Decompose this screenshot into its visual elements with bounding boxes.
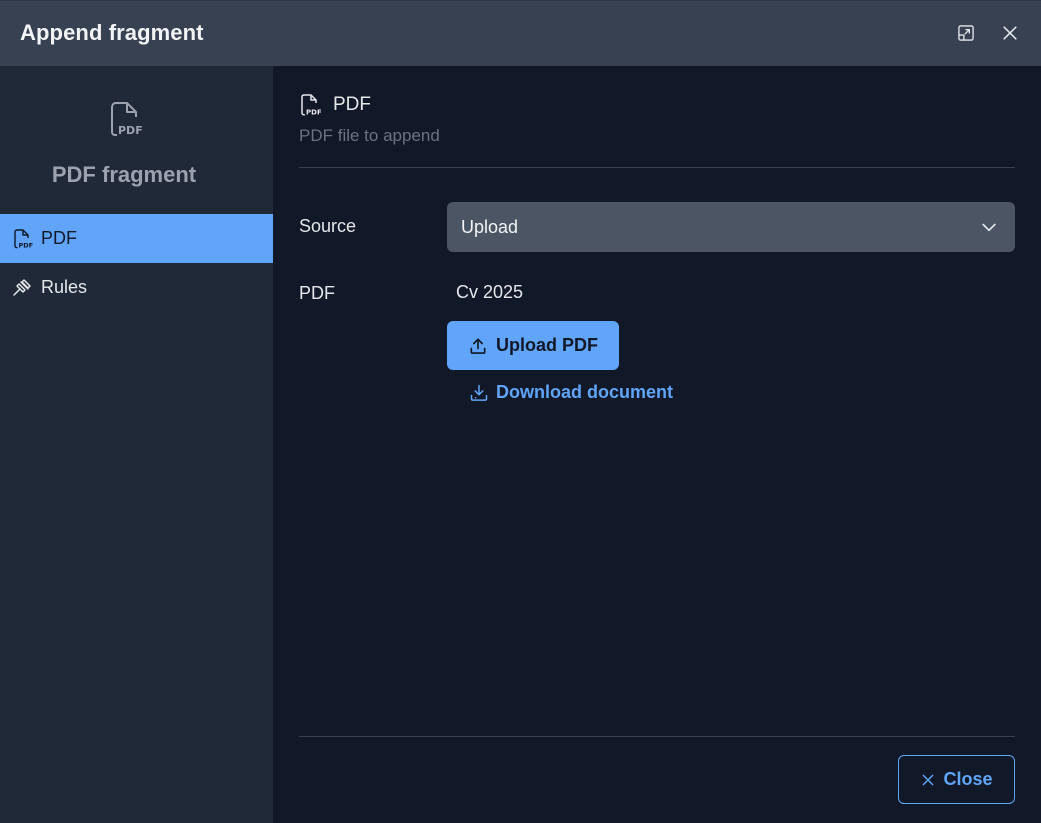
close-button[interactable]: Close — [898, 755, 1015, 804]
sidebar-title: PDF fragment — [51, 162, 197, 187]
close-icon — [1003, 26, 1017, 40]
append-fragment-dialog: Append fragment PDF PDF fragment PDF PDF… — [0, 0, 1041, 823]
svg-text:PDF: PDF — [306, 109, 321, 117]
sidebar-item-pdf[interactable]: PDF PDF — [0, 214, 273, 263]
pdf-label: PDF — [299, 283, 335, 303]
sidebar-item-rules[interactable]: Rules — [0, 263, 273, 312]
chevron-down-icon — [982, 223, 996, 232]
pdf-file-icon: PDF — [301, 94, 321, 117]
download-icon — [470, 384, 488, 401]
dialog-header: Append fragment — [0, 1, 1041, 66]
footer-divider — [299, 736, 1015, 737]
sidebar: PDF PDF fragment PDF PDF Rules — [0, 66, 273, 823]
sidebar-header: PDF PDF fragment — [0, 66, 273, 214]
gavel-icon — [11, 277, 33, 299]
expand-button[interactable] — [954, 21, 978, 45]
source-label: Source — [299, 216, 357, 236]
source-select-value: Upload — [461, 216, 519, 237]
section-divider — [299, 167, 1015, 168]
close-button-label: Close — [943, 769, 993, 789]
upload-icon — [470, 338, 486, 354]
dialog-close-button[interactable] — [998, 21, 1022, 45]
section-title: PDF — [333, 94, 371, 115]
expand-icon — [958, 25, 974, 41]
sidebar-item-label: PDF — [41, 228, 77, 248]
close-icon — [923, 774, 934, 785]
sidebar-item-label: Rules — [41, 277, 88, 297]
upload-pdf-label: Upload PDF — [496, 335, 598, 355]
upload-pdf-button[interactable]: Upload PDF — [447, 321, 619, 370]
pdf-file-icon: PDF — [111, 102, 143, 137]
svg-text:PDF: PDF — [19, 241, 34, 249]
dialog-title: Append fragment — [20, 20, 204, 45]
pdf-file-name: Cv 2025 — [456, 282, 524, 302]
download-document-link[interactable]: Download document — [469, 382, 673, 403]
download-document-label: Download document — [496, 382, 673, 402]
section-subtitle: PDF file to append — [299, 126, 440, 145]
main-panel: PDF PDF PDF file to append Source Upload… — [273, 66, 1041, 823]
pdf-file-icon: PDF — [11, 228, 33, 250]
svg-text:PDF: PDF — [118, 124, 143, 137]
source-select[interactable]: Upload — [447, 202, 1015, 252]
